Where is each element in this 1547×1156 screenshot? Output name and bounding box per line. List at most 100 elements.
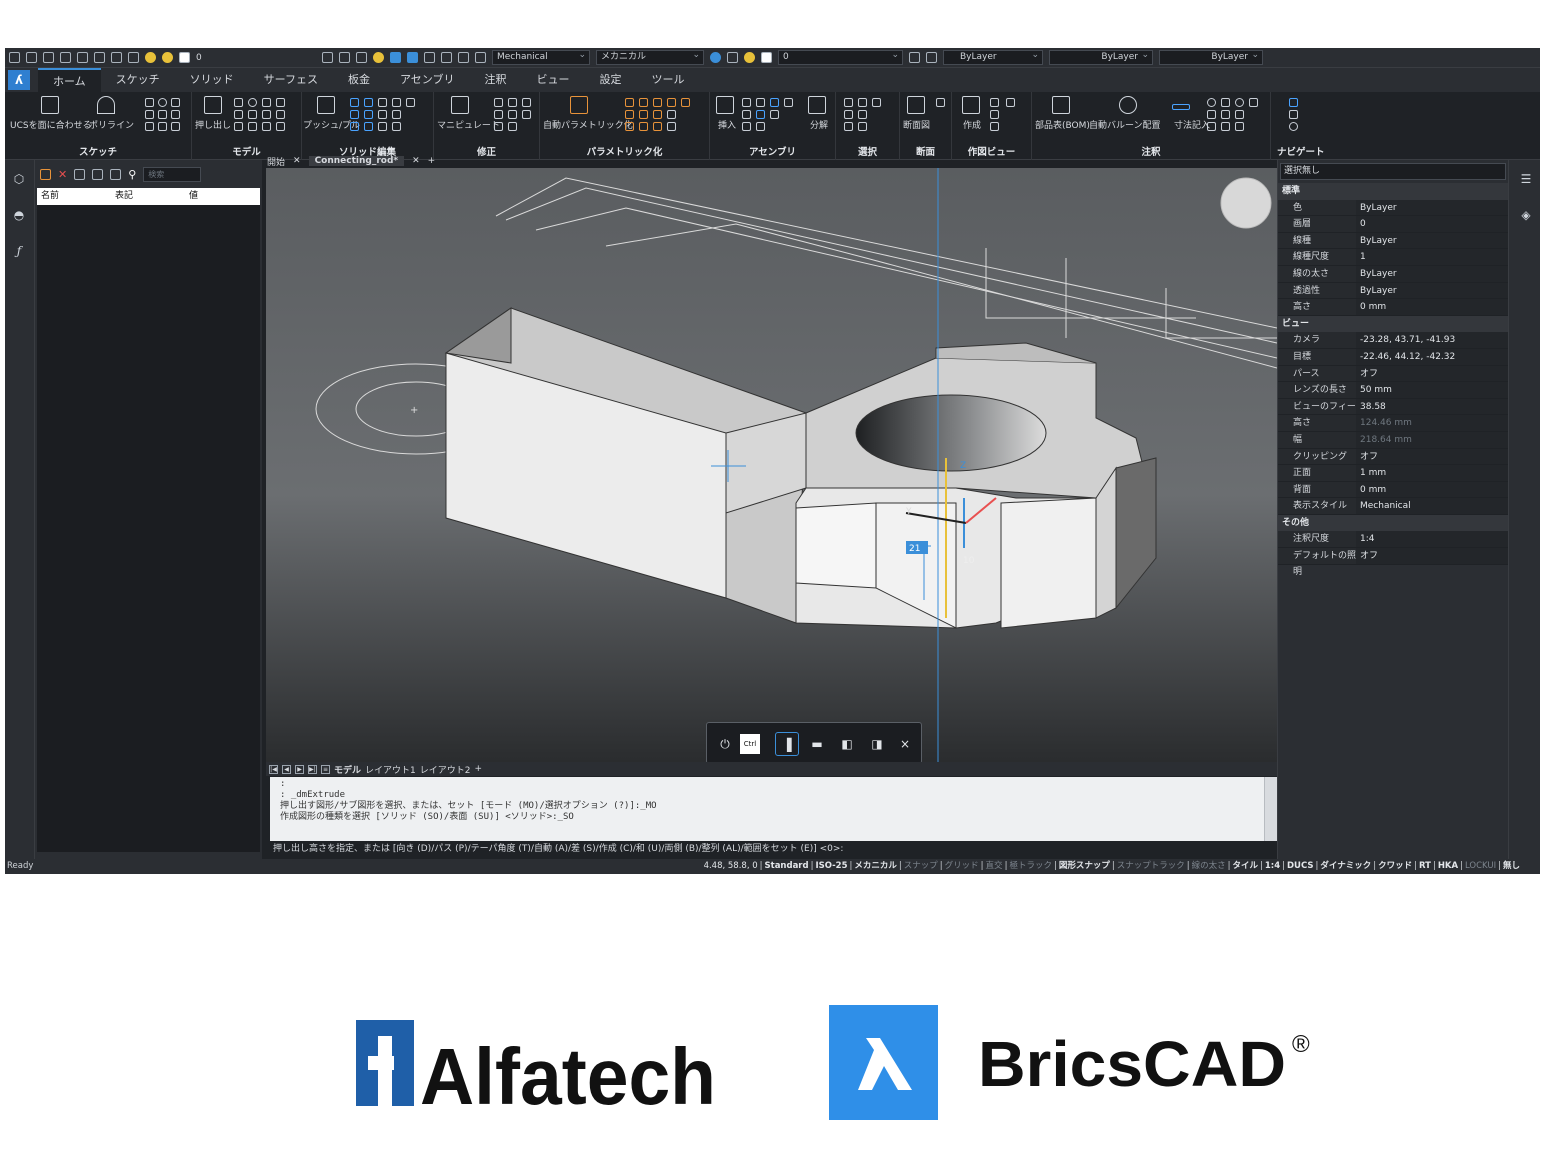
- props-value[interactable]: ByLayer: [1356, 282, 1508, 300]
- status-toggle[interactable]: メカニカル: [854, 859, 897, 874]
- mirror-icon[interactable]: [522, 110, 531, 119]
- auto-parametric-label[interactable]: 自動パラメトリック化: [543, 118, 633, 131]
- rotate-icon[interactable]: [494, 110, 503, 119]
- status-toggle[interactable]: 線の太さ: [1192, 859, 1226, 874]
- prompt-option-direction[interactable]: 向き (D): [396, 844, 431, 854]
- snap-icon[interactable]: [356, 52, 367, 63]
- status-toggle[interactable]: タイル: [1233, 859, 1259, 874]
- props-value[interactable]: 38.58: [1356, 398, 1508, 416]
- constraint-tangent-icon[interactable]: [681, 98, 690, 107]
- next-layout-icon[interactable]: ▶: [295, 764, 304, 774]
- fillet-icon[interactable]: [350, 98, 359, 107]
- delete-parameter-icon[interactable]: ✕: [58, 168, 67, 181]
- cone-icon[interactable]: [276, 98, 285, 107]
- status-toggle[interactable]: Standard: [765, 859, 809, 874]
- props-value[interactable]: 124.46 mm: [1356, 415, 1508, 432]
- view-section-icon[interactable]: [1006, 98, 1015, 107]
- slice-icon[interactable]: [392, 98, 401, 107]
- tab-sheetmetal[interactable]: 板金: [333, 68, 385, 92]
- props-value[interactable]: 0: [1356, 216, 1508, 233]
- motion-icon[interactable]: [756, 110, 765, 119]
- prompt-option-align[interactable]: 整列 (AL): [702, 844, 741, 854]
- save-icon[interactable]: [43, 52, 54, 63]
- shade-icon[interactable]: [407, 52, 418, 63]
- hatch-annot-icon[interactable]: [1207, 122, 1216, 131]
- auto-parametric-icon[interactable]: [570, 96, 588, 114]
- status-toggle[interactable]: ダイナミック: [1320, 859, 1371, 874]
- trim-icon[interactable]: [508, 122, 517, 131]
- prompt-option-union[interactable]: 和 (U): [636, 844, 661, 854]
- props-value[interactable]: 1: [1356, 249, 1508, 266]
- section-plane-label[interactable]: 断面図: [903, 118, 930, 131]
- bom-table-icon[interactable]: [1052, 96, 1070, 114]
- select-boundary-icon[interactable]: [858, 98, 867, 107]
- status-toggle[interactable]: クワッド: [1378, 859, 1412, 874]
- separate-icon[interactable]: [378, 122, 387, 131]
- view-detail-icon[interactable]: [990, 110, 999, 119]
- scale-icon[interactable]: [508, 110, 517, 119]
- props-value[interactable]: オフ: [1356, 448, 1508, 466]
- layout-list-icon[interactable]: ≡: [321, 764, 330, 774]
- polygon-icon[interactable]: [158, 110, 167, 119]
- leader-icon[interactable]: [1207, 98, 1216, 107]
- field-icon[interactable]: [1235, 122, 1244, 131]
- manipulate-label[interactable]: マニピュレート: [437, 118, 500, 131]
- prompt-option-path[interactable]: パス (P): [434, 844, 467, 854]
- layer-tool-icon[interactable]: [322, 52, 333, 63]
- help-icon[interactable]: [710, 52, 721, 63]
- status-toggle[interactable]: スナップトラック: [1117, 859, 1185, 874]
- workspace-dropdown[interactable]: メカニカル: [596, 49, 704, 65]
- first-layout-icon[interactable]: |◀: [269, 764, 278, 774]
- props-value[interactable]: Mechanical: [1356, 498, 1508, 515]
- render-icon[interactable]: [424, 52, 435, 63]
- intersect-icon[interactable]: [276, 122, 285, 131]
- tab-start[interactable]: 開始: [267, 155, 285, 168]
- table-annot-icon[interactable]: [1221, 122, 1230, 131]
- column-expression[interactable]: 表記: [111, 188, 185, 205]
- light-bulb-icon[interactable]: [145, 52, 156, 63]
- status-toggle[interactable]: DUCS: [1287, 859, 1313, 874]
- print-icon[interactable]: [77, 52, 88, 63]
- prompt-option-create[interactable]: 作成 (C): [599, 844, 633, 854]
- status-toggle[interactable]: ISO-25: [815, 859, 847, 874]
- status-toggle[interactable]: 直交: [986, 859, 1003, 874]
- new-tab-icon[interactable]: +: [428, 156, 436, 166]
- prev-layout-icon[interactable]: ◀: [282, 764, 291, 774]
- pushpull-icon[interactable]: [317, 96, 335, 114]
- status-toggle[interactable]: LOCKUI: [1465, 859, 1496, 874]
- view-cube-icon[interactable]: [390, 52, 401, 63]
- prompt-option-both[interactable]: 両側 (B): [664, 844, 698, 854]
- column-name[interactable]: 名前: [37, 188, 111, 205]
- imprint-icon[interactable]: [406, 98, 415, 107]
- pen-icon[interactable]: [458, 52, 469, 63]
- constraint-fix-icon[interactable]: [625, 98, 634, 107]
- constraint-coincident-icon[interactable]: [639, 98, 648, 107]
- table-icon[interactable]: [441, 52, 452, 63]
- hinge-icon[interactable]: [742, 122, 751, 131]
- subtract-icon[interactable]: [262, 122, 271, 131]
- status-toggle[interactable]: HKA: [1438, 859, 1458, 874]
- export-icon[interactable]: [110, 168, 122, 180]
- structure-panel-icon[interactable]: ◓: [11, 208, 27, 224]
- props-value[interactable]: ByLayer: [1356, 232, 1508, 250]
- rectangle-icon[interactable]: [145, 110, 154, 119]
- open-file-icon[interactable]: [26, 52, 37, 63]
- status-toggle[interactable]: RT: [1419, 859, 1431, 874]
- line-icon[interactable]: [145, 98, 154, 107]
- insert-label[interactable]: 挿入: [718, 118, 736, 131]
- selection-dropdown[interactable]: 選択無し: [1280, 163, 1506, 180]
- circle-icon[interactable]: [158, 98, 167, 107]
- dimension-input-value[interactable]: 21: [909, 544, 920, 554]
- new-file-icon[interactable]: [9, 52, 20, 63]
- mechanical-browser-icon[interactable]: [742, 98, 751, 107]
- prompt-option-subtract[interactable]: 差 (S): [571, 844, 596, 854]
- hud-extrude-icon[interactable]: ▐: [775, 732, 799, 756]
- select-hole-icon[interactable]: [858, 122, 867, 131]
- tolerance-icon[interactable]: [1221, 110, 1230, 119]
- delete-face-icon[interactable]: [350, 122, 359, 131]
- props-value[interactable]: オフ: [1356, 548, 1508, 565]
- linetype-dropdown[interactable]: ByLayer: [1049, 49, 1153, 65]
- constraint-perp-icon[interactable]: [667, 98, 676, 107]
- balloon-label[interactable]: 自動バルーン配置: [1089, 118, 1161, 131]
- torus-icon[interactable]: [248, 110, 257, 119]
